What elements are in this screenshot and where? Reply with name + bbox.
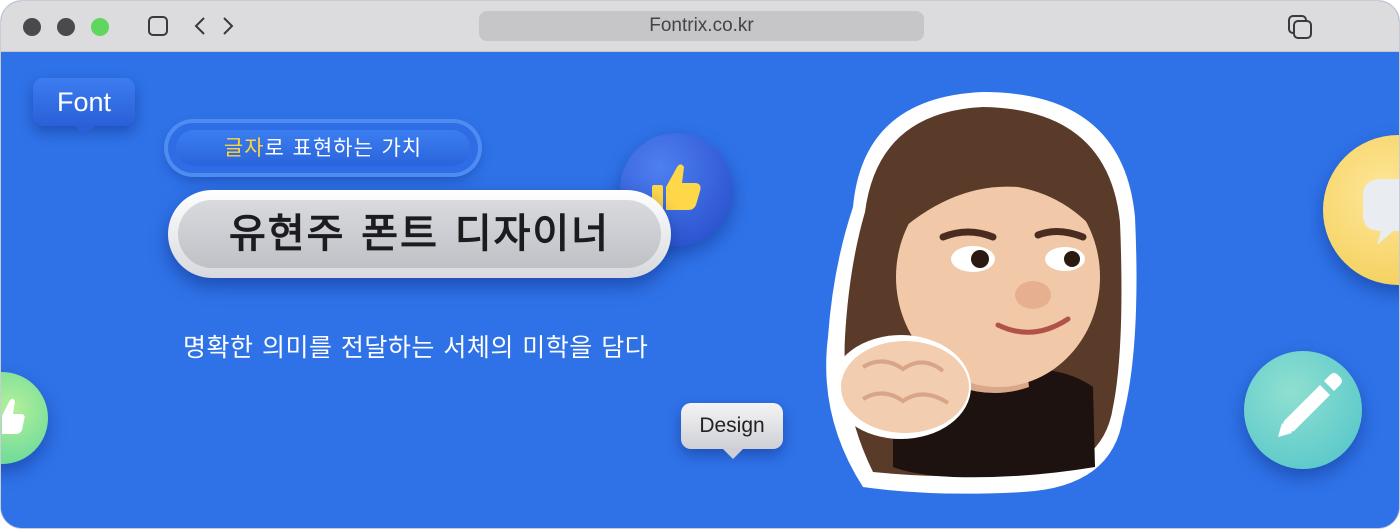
font-bubble-label: Font [56,87,112,117]
close-window-button[interactable] [23,18,41,36]
minimize-window-button[interactable] [57,18,75,36]
back-arrow-icon[interactable] [189,14,213,38]
tabs-overview-icon[interactable] [1287,14,1312,39]
chat-circle [1323,135,1399,285]
browser-window: Fontrix.co.kr Font 글자로 표현하는 가치 유현주 폰트 디자… [0,0,1400,529]
font-speech-bubble: Font [33,78,135,136]
subtitle-highlight: 글자 [223,136,265,160]
pencil-circle [1244,351,1362,469]
chat-icon [1363,179,1399,245]
address-bar[interactable]: Fontrix.co.kr [479,11,924,41]
title-pill: 유현주 폰트 디자이너 [168,190,671,278]
memoji-avatar [826,92,1137,494]
subtitle-pill-inner: 글자로 표현하는 가치 [176,130,470,166]
thumbs-up-icon [2,398,25,434]
design-speech-bubble: Design [681,403,783,459]
maximize-window-button[interactable] [91,18,109,36]
title-pill-inner: 유현주 폰트 디자이너 [178,200,661,268]
subtitle-text: 로 표현하는 가치 [264,136,423,160]
tagline: 명확한 의미를 전달하는 서체의 미학을 담다 [183,333,649,362]
page-title: 유현주 폰트 디자이너 [228,211,611,257]
pencil-icon [1278,373,1342,437]
thumbs-up-circle-left [1,372,48,464]
browser-titlebar: Fontrix.co.kr [1,1,1399,52]
address-bar-url: Fontrix.co.kr [649,15,754,36]
forward-arrow-icon[interactable] [215,14,239,38]
banner-content: Font 글자로 표현하는 가치 유현주 폰트 디자이너 명확한 의미를 전달하… [1,52,1399,528]
sidebar-toggle-icon[interactable] [146,14,170,38]
subtitle-pill: 글자로 표현하는 가치 [168,123,478,173]
design-bubble-label: Design [699,414,765,437]
